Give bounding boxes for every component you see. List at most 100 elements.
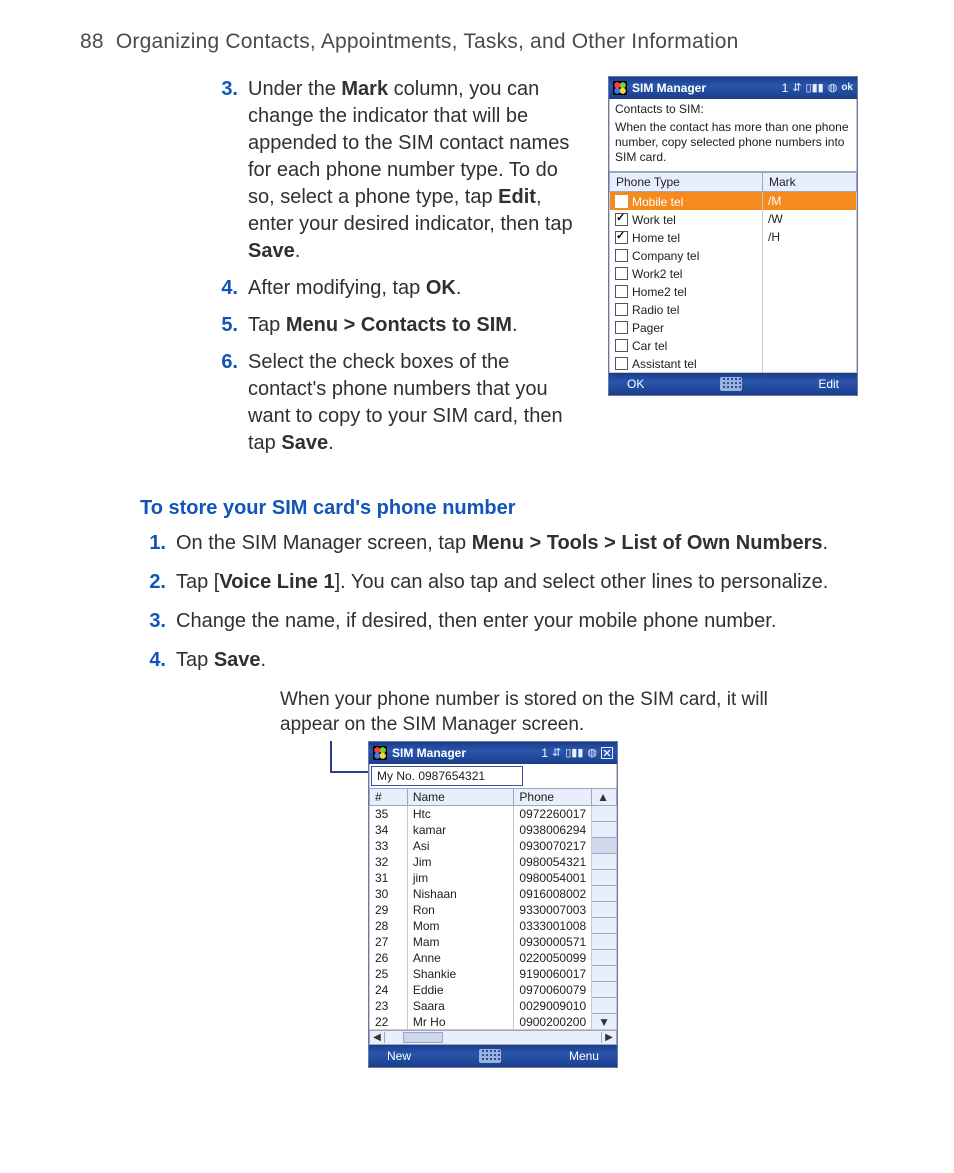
keyboard-icon[interactable]: [720, 377, 742, 391]
row-phone: 0980054001: [514, 870, 592, 886]
checkbox[interactable]: [615, 357, 628, 370]
checkbox[interactable]: [615, 303, 628, 316]
keyboard-icon[interactable]: [479, 1049, 501, 1063]
scroll-thumb[interactable]: [592, 838, 617, 854]
scroll-track[interactable]: [592, 998, 617, 1014]
signal-icon: ▯▮▮: [806, 83, 824, 94]
table-row[interactable]: Home2 tel: [610, 282, 857, 300]
scroll-track[interactable]: [592, 822, 617, 838]
scroll-left[interactable]: ◀: [370, 1032, 385, 1043]
table-row[interactable]: 22Mr Ho0900200200▼: [370, 1014, 617, 1030]
row-phone: 9330007003: [514, 902, 592, 918]
table-row[interactable]: 25Shankie9190060017: [370, 966, 617, 982]
checkbox[interactable]: [615, 321, 628, 334]
table-row[interactable]: Car tel: [610, 336, 857, 354]
step-text: On the SIM Manager screen, tap Menu > To…: [176, 530, 878, 557]
page-header: 88 Organizing Contacts, Appointments, Ta…: [80, 30, 884, 54]
step-number: 2.: [138, 569, 166, 596]
table-row[interactable]: Work tel/W: [610, 210, 857, 228]
row-name: Saara: [407, 998, 514, 1014]
checkbox[interactable]: [615, 231, 628, 244]
scroll-up[interactable]: ▲: [592, 789, 617, 806]
softkey-edit[interactable]: Edit: [818, 377, 839, 391]
scroll-track[interactable]: [592, 854, 617, 870]
scroll-track[interactable]: [592, 806, 617, 822]
row-name: Mr Ho: [407, 1014, 514, 1030]
scroll-track[interactable]: [592, 934, 617, 950]
my-number-box[interactable]: My No. 0987654321: [371, 766, 523, 786]
step-number: 3.: [138, 608, 166, 635]
window-title: SIM Manager: [392, 746, 466, 760]
row-name: kamar: [407, 822, 514, 838]
table-row[interactable]: 34kamar0938006294: [370, 822, 617, 838]
step-item: 3.Under the Mark column, you can change …: [210, 76, 578, 265]
row-phone: 0916008002: [514, 886, 592, 902]
checkbox[interactable]: [615, 249, 628, 262]
checkbox[interactable]: [615, 213, 628, 226]
close-button[interactable]: [601, 747, 613, 759]
table-row[interactable]: Home tel/H: [610, 228, 857, 246]
row-phone: 0220050099: [514, 950, 592, 966]
checkbox[interactable]: [615, 195, 628, 208]
table-row[interactable]: 35Htc0972260017: [370, 806, 617, 822]
table-row[interactable]: Mobile tel/M: [610, 192, 857, 211]
col-phone-type[interactable]: Phone Type: [610, 173, 763, 192]
scroll-thumb[interactable]: [403, 1032, 443, 1043]
table-row[interactable]: Assistant tel: [610, 354, 857, 373]
table-row[interactable]: 29Ron9330007003: [370, 902, 617, 918]
mark-value: [763, 264, 857, 282]
network-icon: ⇵: [552, 748, 561, 759]
row-index: 33: [370, 838, 408, 854]
start-icon[interactable]: [373, 746, 387, 760]
table-row[interactable]: 27Mam0930000571: [370, 934, 617, 950]
table-row[interactable]: 31jim0980054001: [370, 870, 617, 886]
col-phone[interactable]: Phone: [514, 789, 592, 806]
softkey-ok[interactable]: OK: [627, 377, 644, 391]
subheading: To store your SIM card's phone number: [140, 497, 884, 520]
col-name[interactable]: Name: [407, 789, 514, 806]
table-row[interactable]: 30Nishaan0916008002: [370, 886, 617, 902]
scroll-track[interactable]: [592, 950, 617, 966]
step-text: Under the Mark column, you can change th…: [248, 76, 578, 265]
table-row[interactable]: Company tel: [610, 246, 857, 264]
softkey-new[interactable]: New: [387, 1049, 411, 1063]
row-index: 25: [370, 966, 408, 982]
start-icon[interactable]: [613, 81, 627, 95]
table-row[interactable]: 32Jim0980054321: [370, 854, 617, 870]
phone-type-label: Car tel: [632, 339, 667, 353]
row-phone: 0938006294: [514, 822, 592, 838]
scroll-track[interactable]: [592, 886, 617, 902]
table-row[interactable]: Pager: [610, 318, 857, 336]
phone-type-label: Work2 tel: [632, 267, 682, 281]
table-row[interactable]: Work2 tel: [610, 264, 857, 282]
scroll-right[interactable]: ▶: [601, 1032, 616, 1043]
row-index: 23: [370, 998, 408, 1014]
row-phone: 0029009010: [514, 998, 592, 1014]
scroll-track[interactable]: [592, 966, 617, 982]
scroll-down[interactable]: ▼: [592, 1014, 617, 1030]
table-row[interactable]: 26Anne0220050099: [370, 950, 617, 966]
softkey-menu[interactable]: Menu: [569, 1049, 599, 1063]
phone-type-label: Home tel: [632, 231, 680, 245]
scroll-track[interactable]: [592, 870, 617, 886]
mark-value: [763, 336, 857, 354]
table-row[interactable]: 24Eddie0970060079: [370, 982, 617, 998]
col-mark[interactable]: Mark: [763, 173, 857, 192]
phone-type-table: Phone Type Mark Mobile tel/MWork tel/WHo…: [609, 172, 857, 373]
table-row[interactable]: 28Mom0333001008: [370, 918, 617, 934]
row-phone: 0900200200: [514, 1014, 592, 1030]
col-index[interactable]: #: [370, 789, 408, 806]
page-title: Organizing Contacts, Appointments, Tasks…: [116, 30, 739, 53]
checkbox[interactable]: [615, 285, 628, 298]
scroll-track[interactable]: [592, 902, 617, 918]
checkbox[interactable]: [615, 339, 628, 352]
scroll-track[interactable]: [592, 918, 617, 934]
checkbox[interactable]: [615, 267, 628, 280]
ok-button[interactable]: ok: [841, 83, 853, 93]
table-row[interactable]: Radio tel: [610, 300, 857, 318]
table-row[interactable]: 23Saara0029009010: [370, 998, 617, 1014]
signal-icon: ▯▮▮: [565, 748, 583, 759]
horizontal-scrollbar[interactable]: ◀ ▶: [369, 1030, 617, 1045]
scroll-track[interactable]: [592, 982, 617, 998]
table-row[interactable]: 33Asi0930070217: [370, 838, 617, 854]
